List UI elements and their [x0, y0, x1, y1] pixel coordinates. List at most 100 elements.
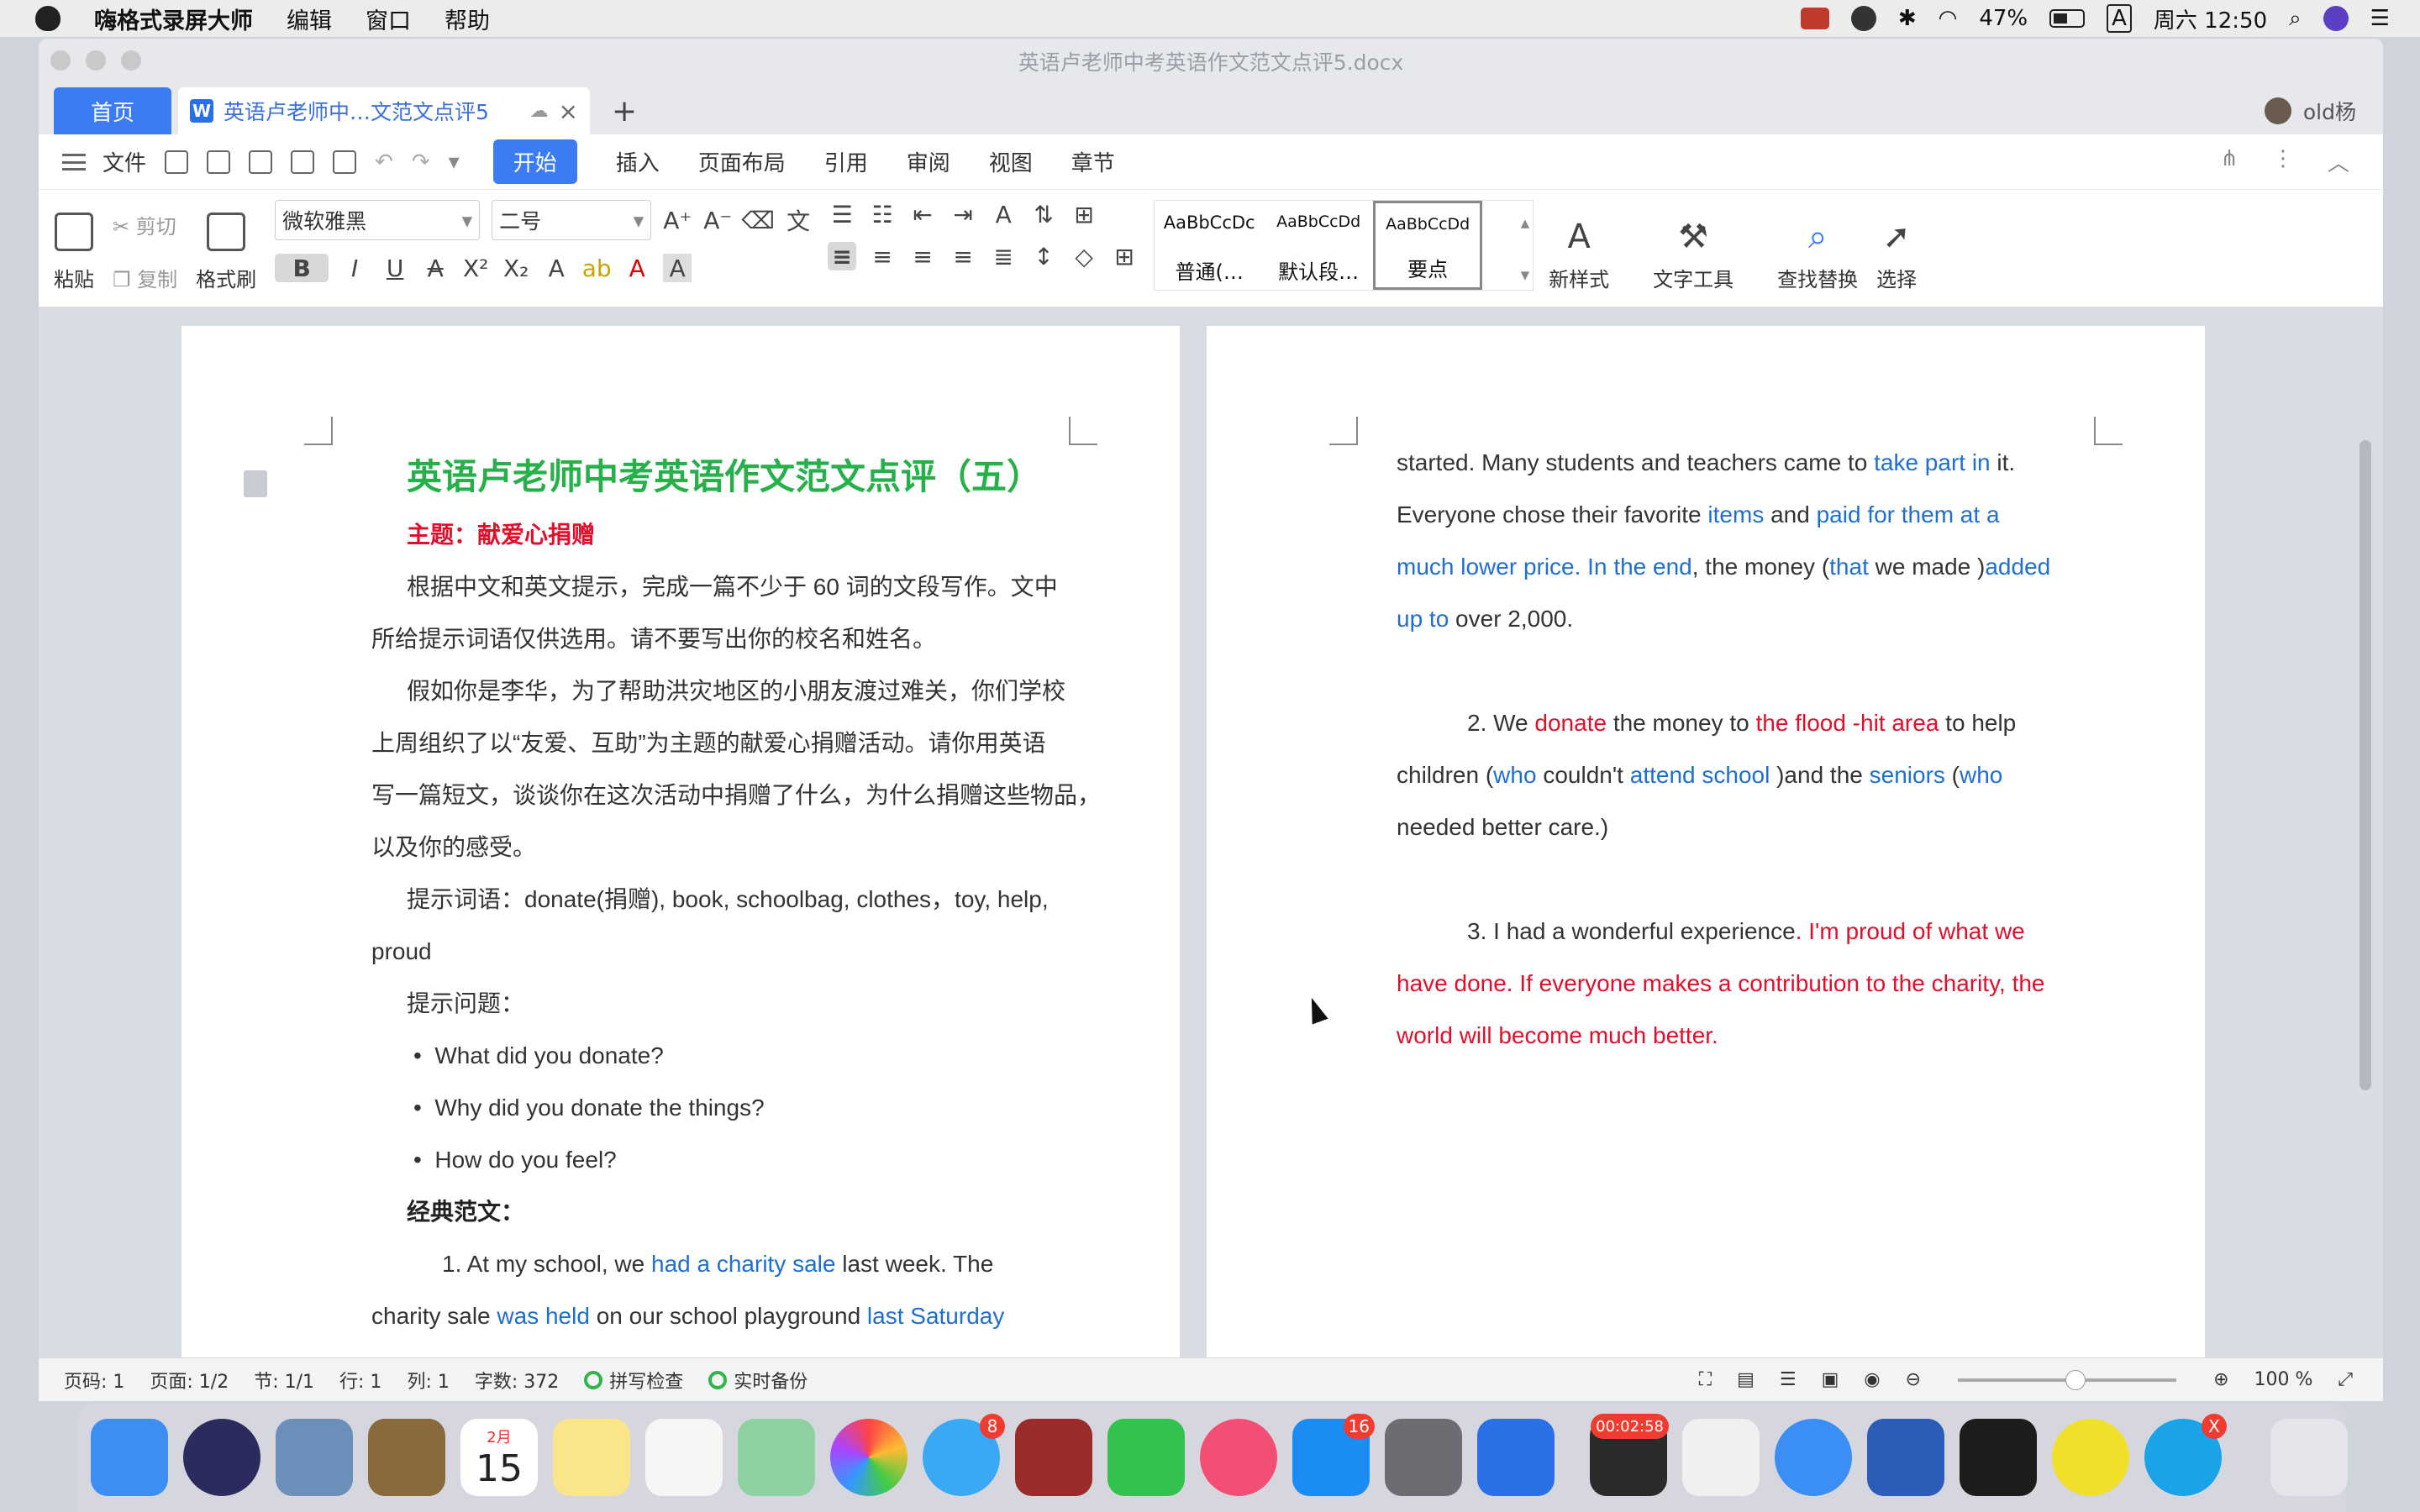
increase-indent-icon[interactable]: ⇥ — [949, 200, 977, 228]
web-view-icon[interactable]: ▣ — [1822, 1369, 1839, 1390]
siri-dock-icon[interactable] — [183, 1419, 260, 1496]
tab-document[interactable]: W 英语卢老师中…文范文点评5 ☁ × — [178, 87, 590, 134]
app-menu[interactable]: 嗨格式录屏大师 — [94, 3, 253, 35]
format-painter-button[interactable]: 格式刷 — [196, 200, 256, 292]
italic-icon[interactable]: I — [340, 254, 369, 282]
decrease-font-icon[interactable]: A⁻ — [703, 206, 732, 234]
skype-icon[interactable]: X — [2144, 1414, 2227, 1496]
zoom-in-icon[interactable]: ⊕ — [2213, 1369, 2228, 1390]
wps-office-icon[interactable] — [1477, 1419, 1555, 1496]
spell-check-toggle[interactable]: 拼写检查 — [584, 1367, 683, 1394]
preview-icon[interactable] — [276, 1419, 353, 1496]
user-account[interactable]: old杨 — [2264, 96, 2356, 126]
status-row[interactable]: 行: 1 — [339, 1367, 381, 1394]
word-icon[interactable] — [1867, 1419, 1944, 1496]
notification-center-icon[interactable]: ☰ — [2370, 6, 2390, 31]
text-tools-button[interactable]: ⚒ 文字工具 — [1653, 200, 1733, 292]
redo-icon[interactable]: ↷ — [412, 150, 430, 175]
contacts-icon[interactable] — [368, 1419, 445, 1496]
qq-status-icon[interactable] — [1850, 6, 1876, 31]
document-area[interactable]: 英语卢老师中考英语作文范文点评（五） 主题：献爱心捐赠 根据中文和英文提示，完成… — [39, 316, 2383, 1396]
safari-icon[interactable] — [1775, 1419, 1852, 1496]
zoom-slider-knob[interactable] — [2065, 1369, 2086, 1390]
trash-icon[interactable] — [2270, 1419, 2348, 1496]
clock[interactable]: 周六 12:50 — [2154, 3, 2267, 34]
save-icon[interactable] — [207, 150, 231, 174]
backup-toggle[interactable]: 实时备份 — [708, 1367, 808, 1394]
tab-home[interactable]: 首页 — [54, 87, 171, 134]
tab-insert[interactable]: 插入 — [616, 146, 660, 177]
font-size-select[interactable]: 二号 ▾ — [492, 200, 652, 240]
file-menu[interactable]: 文件 — [103, 146, 146, 177]
paragraph-menu-icon[interactable] — [244, 470, 267, 497]
status-column[interactable]: 列: 1 — [407, 1367, 449, 1394]
outline-view-icon[interactable]: ☰ — [1780, 1369, 1797, 1390]
eye-protection-icon[interactable]: ◉ — [1864, 1369, 1880, 1390]
chevron-up-icon[interactable]: ▴ — [1521, 213, 1530, 233]
format-icon[interactable] — [249, 150, 273, 174]
quick-access-dropdown-icon[interactable]: ▾ — [449, 150, 460, 175]
menu-edit[interactable]: 编辑 — [287, 3, 332, 35]
shading-icon[interactable]: ◇ — [1070, 242, 1098, 270]
messages-icon[interactable]: 8 — [923, 1414, 1005, 1496]
spotlight-search-icon[interactable]: ⌕ — [2289, 6, 2302, 32]
style-normal[interactable]: AaBbCcDc 普通(… — [1155, 201, 1264, 290]
font-color-icon[interactable]: A — [623, 254, 651, 282]
pinyin-icon[interactable]: 文 — [784, 206, 813, 235]
close-tab-icon[interactable]: × — [559, 97, 578, 125]
char-shading-icon[interactable]: A — [663, 254, 692, 282]
document-page-1[interactable]: 英语卢老师中考英语作文范文点评（五） 主题：献爱心捐赠 根据中文和英文提示，完成… — [182, 326, 1180, 1396]
bullet-list-icon[interactable]: ☰ — [828, 200, 856, 228]
font-name-select[interactable]: 微软雅黑 ▾ — [275, 200, 481, 240]
find-replace-button[interactable]: ⌕ 查找替换 — [1777, 200, 1858, 292]
subscript-icon[interactable]: X₂ — [502, 254, 530, 282]
status-word-count[interactable]: 字数: 372 — [475, 1367, 559, 1394]
siri-icon[interactable] — [2323, 6, 2349, 31]
align-left-icon[interactable]: ≡ — [828, 242, 857, 270]
minimize-window-button[interactable] — [86, 50, 106, 71]
share-icon[interactable]: ⋔ — [2220, 146, 2238, 177]
music-icon[interactable] — [1200, 1419, 1277, 1496]
style-gallery-scroll[interactable]: ▴ ▾ — [1482, 201, 1533, 290]
justify-icon[interactable]: ≡ — [949, 242, 977, 270]
menu-help[interactable]: 帮助 — [445, 3, 490, 35]
table-border-icon[interactable]: ⊞ — [1070, 200, 1098, 228]
cut-button[interactable]: ✂ 剪切 — [113, 210, 177, 239]
close-window-button[interactable] — [50, 50, 71, 71]
photos-icon[interactable] — [830, 1419, 908, 1496]
borders-icon[interactable]: ⊞ — [1110, 242, 1139, 270]
fit-window-icon[interactable]: ⤢ — [2338, 1369, 2353, 1390]
wifi-icon[interactable]: ◠ — [1939, 6, 1958, 31]
highlight-icon[interactable]: ab — [582, 254, 612, 282]
calendar-icon[interactable]: 2月 15 — [460, 1419, 538, 1496]
superscript-icon[interactable]: X² — [461, 254, 490, 282]
input-method-icon[interactable]: A — [2107, 4, 2132, 33]
system-preferences-icon[interactable] — [1385, 1419, 1462, 1496]
copy-button[interactable]: ❐ 复制 — [113, 263, 177, 292]
style-default-paragraph[interactable]: AaBbCcDd 默认段… — [1264, 201, 1373, 290]
align-right-icon[interactable]: ≡ — [908, 242, 937, 270]
distributed-icon[interactable]: ≣ — [989, 242, 1018, 270]
new-style-button[interactable]: A 新样式 — [1549, 200, 1609, 292]
zoom-level[interactable]: 100 % — [2254, 1369, 2313, 1390]
text-effect-icon[interactable]: A — [542, 254, 571, 282]
underline-icon[interactable]: U — [381, 254, 409, 282]
status-pages[interactable]: 页面: 1/2 — [150, 1367, 229, 1394]
menu-window[interactable]: 窗口 — [366, 3, 411, 35]
status-section[interactable]: 节: 1/1 — [254, 1367, 314, 1394]
scrollbar-thumb[interactable] — [2360, 440, 2371, 1090]
photo-booth-icon[interactable] — [1015, 1419, 1092, 1496]
open-icon[interactable] — [165, 150, 189, 174]
sort-icon[interactable]: ⇅ — [1029, 200, 1058, 228]
align-center-icon[interactable]: ≡ — [868, 242, 897, 270]
hamburger-menu-icon[interactable] — [62, 153, 86, 171]
facetime-icon[interactable] — [1107, 1419, 1185, 1496]
new-tab-button[interactable]: + — [612, 87, 637, 134]
qq-icon[interactable] — [1682, 1419, 1760, 1496]
reminders-icon[interactable] — [645, 1419, 723, 1496]
zoom-slider[interactable] — [1958, 1369, 2177, 1390]
collapse-ribbon-icon[interactable]: ︿ — [2328, 146, 2349, 177]
finder-icon[interactable] — [91, 1419, 168, 1496]
page-view-icon[interactable]: ▤ — [1737, 1369, 1754, 1390]
bluetooth-icon[interactable]: ✱ — [1898, 6, 1917, 31]
